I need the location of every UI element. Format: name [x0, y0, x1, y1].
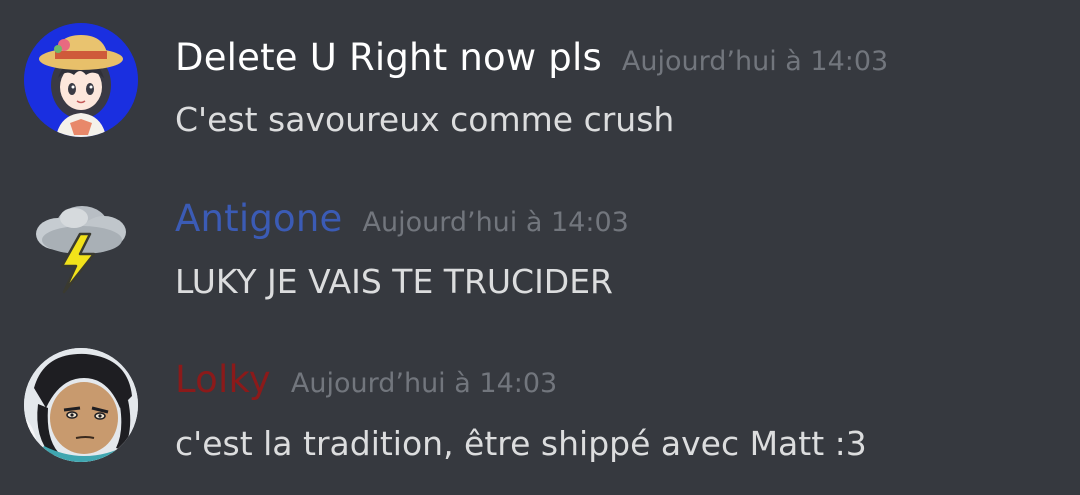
chat-message: Lolky Aujourd’hui à 14:03 c'est la tradi… — [0, 0, 1080, 463]
timestamp: Aujourd’hui à 14:03 — [362, 207, 629, 238]
thunder-cloud-icon — [36, 206, 126, 294]
message-header: Antigone Aujourd’hui à 14:03 — [175, 197, 629, 240]
user-avatar[interactable] — [24, 348, 138, 462]
message-content: LUKY JE VAIS TE TRUCIDER — [175, 262, 613, 301]
username[interactable]: Lolky — [175, 358, 271, 401]
user-avatar[interactable] — [24, 190, 138, 304]
message-content: c'est la tradition, être shippé avec Mat… — [175, 424, 867, 463]
anime-boy-avatar — [24, 348, 138, 462]
message-header: Lolky Aujourd’hui à 14:03 — [175, 358, 557, 401]
username[interactable]: Antigone — [175, 197, 343, 240]
timestamp: Aujourd’hui à 14:03 — [290, 368, 558, 399]
